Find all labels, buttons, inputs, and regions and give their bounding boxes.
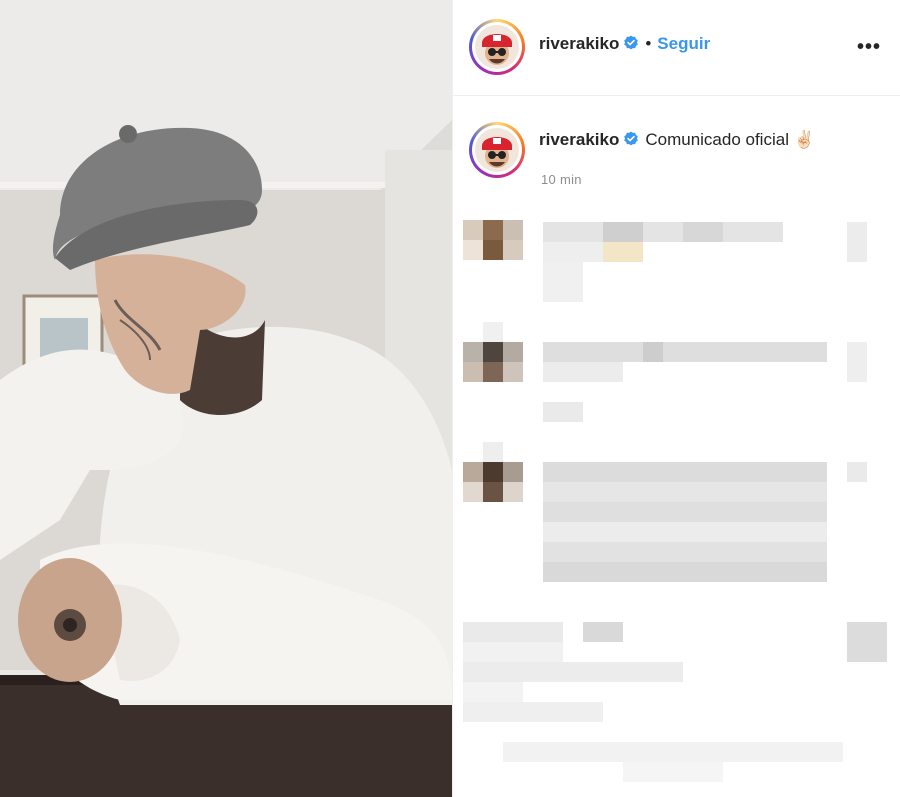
pixelated-comment-2: [463, 322, 867, 422]
post-image[interactable]: [0, 0, 452, 797]
caption-line: riverakiko Comunicado oficial ✌🏻: [539, 130, 815, 150]
more-options-icon[interactable]: •••: [857, 36, 881, 59]
pixelated-comments: [463, 220, 887, 782]
pixelated-comment-1: [463, 220, 867, 302]
pixelated-comment-4: [463, 622, 887, 782]
username-link[interactable]: riverakiko: [539, 34, 619, 53]
header-user-line: riverakiko • Seguir: [539, 34, 710, 54]
avatar[interactable]: [469, 19, 525, 75]
avatar-image: [475, 25, 519, 69]
caption-verified-badge-icon: [624, 131, 639, 146]
follow-button[interactable]: Seguir: [657, 34, 710, 53]
caption-username-link[interactable]: riverakiko: [539, 130, 619, 149]
caption-avatar[interactable]: [469, 122, 525, 178]
post-header: riverakiko • Seguir •••: [453, 0, 900, 96]
post-photo: [0, 0, 452, 797]
caption-text: Comunicado oficial ✌🏻: [645, 130, 815, 149]
pixelated-comment-3: [463, 442, 867, 582]
separator-dot: •: [645, 34, 652, 53]
post-details-panel: riverakiko • Seguir ••• riverakiko Comun…: [452, 0, 900, 797]
caption-avatar-image: [475, 128, 519, 172]
verified-badge-icon: [624, 35, 639, 50]
post-caption: riverakiko Comunicado oficial ✌🏻 10 min: [453, 118, 900, 188]
